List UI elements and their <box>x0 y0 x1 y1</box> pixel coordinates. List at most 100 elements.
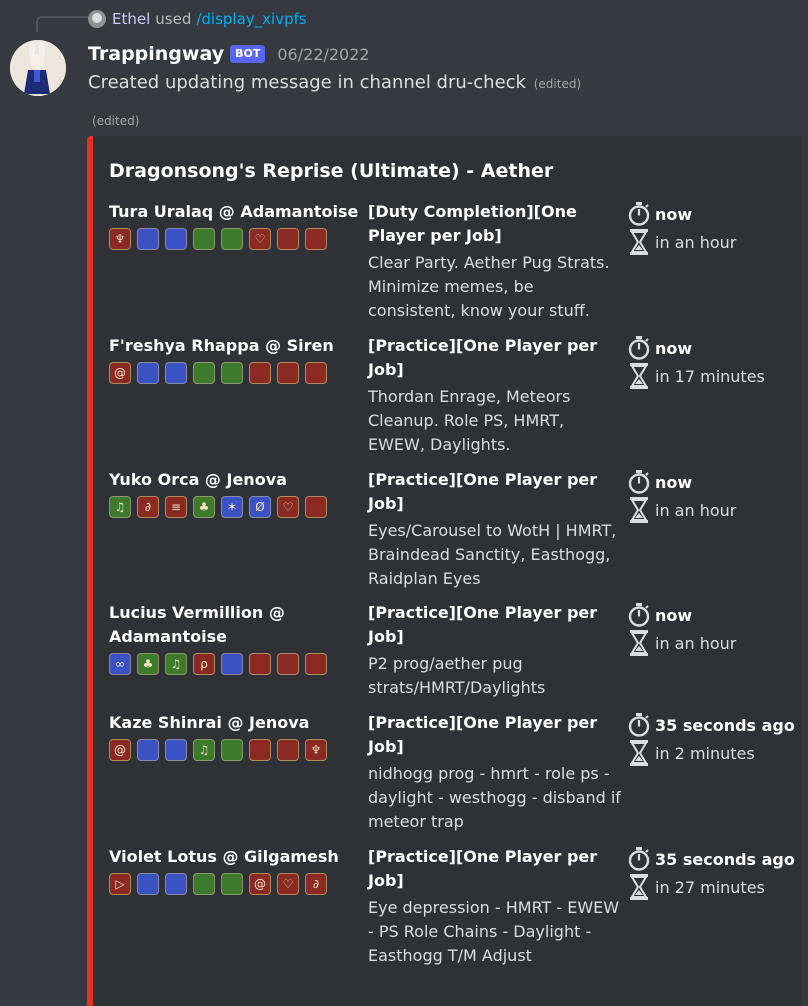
listing-expires-row: in an hour <box>627 228 802 256</box>
listing-details: [Practice][One Player per Job] Thordan En… <box>368 334 623 457</box>
listing-started: 35 seconds ago <box>655 715 795 735</box>
listing-player-name: Yuko Orca @ Jenova <box>109 470 287 489</box>
ninja-job-icon: ♡ <box>249 228 271 250</box>
hourglass-icon <box>627 363 651 389</box>
job-slots: ♫ ∂ ≡ ♣ ✶ Ø ♡ <box>109 496 359 518</box>
reply-avatar[interactable] <box>88 10 106 28</box>
message-content: Created updating message in channel dru-… <box>88 72 581 93</box>
reply-context: Ethel used /display_xivpfs <box>88 8 307 30</box>
job-slots: ∞ ♣ ♫ ρ <box>109 653 359 675</box>
scholar-job-icon: ♫ <box>193 739 215 761</box>
embed-title: Dragonsong's Reprise (Ultimate) - Aether <box>109 160 554 182</box>
healer-slot-icon <box>221 739 243 761</box>
hourglass-icon <box>627 630 651 656</box>
listing-started-row: now <box>627 468 802 496</box>
listing-times: 35 seconds ago in 27 minutes <box>627 845 802 901</box>
listing-details: [Practice][One Player per Job] P2 prog/ae… <box>368 601 623 700</box>
gunbreaker-job-icon: Ø <box>249 496 271 518</box>
listing-details: [Practice][One Player per Job] Eyes/Carou… <box>368 468 623 591</box>
red-mage-job-icon: ρ <box>193 653 215 675</box>
paladin-job-icon: ✶ <box>221 496 243 518</box>
listing-category: [Practice][One Player per Job] <box>368 847 598 890</box>
dancer-job-icon: ▷ <box>109 873 131 895</box>
hourglass-icon <box>627 874 651 900</box>
listing-details: [Practice][One Player per Job] Eye depres… <box>368 845 623 968</box>
healer-slot-icon <box>221 873 243 895</box>
listing-embed: Dragonsong's Reprise (Ultimate) - Aether… <box>87 136 802 1006</box>
listing-player-name: F'reshya Rhappa @ Siren <box>109 336 334 355</box>
scholar-job-icon: ♫ <box>109 496 131 518</box>
message-text: Created updating message in channel dru-… <box>88 72 526 93</box>
listing-description: P2 prog/aether pug strats/HMRT/Daylights <box>368 654 546 697</box>
tank-slot-icon <box>137 362 159 384</box>
dps-slot-icon <box>305 228 327 250</box>
listing-started: now <box>655 472 693 492</box>
hourglass-icon <box>627 229 651 255</box>
listing-details: [Duty Completion][One Player per Job] Cle… <box>368 200 623 323</box>
listing-category: [Duty Completion][One Player per Job] <box>368 202 577 245</box>
listing-started-row: now <box>627 601 802 629</box>
dragoon-job-icon: ♆ <box>109 228 131 250</box>
reply-username[interactable]: Ethel <box>112 10 150 28</box>
stopwatch-icon <box>627 469 651 495</box>
listing-started-row: now <box>627 334 802 362</box>
stopwatch-icon <box>627 846 651 872</box>
job-slots: ▷ @ ♡ ∂ <box>109 873 359 895</box>
tank-slot-icon <box>137 739 159 761</box>
healer-slot-icon <box>193 362 215 384</box>
listing-player-name: Violet Lotus @ Gilgamesh <box>109 847 339 866</box>
stopwatch-icon <box>627 335 651 361</box>
listing-description: Eye depression - HMRT - EWEW - PS Role C… <box>368 898 620 965</box>
listing-expires-row: in an hour <box>627 629 802 657</box>
message-timestamp[interactable]: 06/22/2022 <box>277 45 369 64</box>
listing-category: [Practice][One Player per Job] <box>368 713 598 756</box>
monk-job-icon: @ <box>249 873 271 895</box>
listing-times: now in an hour <box>627 200 802 256</box>
job-slots: @ ♫ ♆ <box>109 739 359 761</box>
listing-party: Yuko Orca @ Jenova ♫ ∂ ≡ ♣ ✶ Ø ♡ <box>109 468 359 518</box>
listing-party: Violet Lotus @ Gilgamesh ▷ @ ♡ ∂ <box>109 845 359 895</box>
bard-job-icon: ∂ <box>137 496 159 518</box>
listing-expires: in an hour <box>655 633 737 653</box>
dps-slot-icon <box>277 228 299 250</box>
stopwatch-icon <box>627 712 651 738</box>
reply-command[interactable]: /display_xivpfs <box>196 10 306 28</box>
listing-expires-row: in an hour <box>627 496 802 524</box>
listing-category: [Practice][One Player per Job] <box>368 336 598 379</box>
bard-job-icon: ∂ <box>305 873 327 895</box>
reply-used-text: used <box>155 10 192 28</box>
dps-slot-icon <box>277 362 299 384</box>
listing-description: nidhogg prog - hmrt - role ps - daylight… <box>368 764 621 831</box>
monk-job-icon: @ <box>109 362 131 384</box>
hourglass-icon <box>627 740 651 766</box>
bot-avatar[interactable] <box>10 40 66 96</box>
bot-username[interactable]: Trappingway <box>88 43 224 65</box>
listing-started-row: 35 seconds ago <box>627 711 802 739</box>
tank-slot-icon <box>165 228 187 250</box>
listing-times: 35 seconds ago in 2 minutes <box>627 711 802 767</box>
listing-description: Thordan Enrage, Meteors Cleanup. Role PS… <box>368 387 571 454</box>
listing-player-name: Tura Uralaq @ Adamantoise <box>109 202 359 221</box>
listing-started-row: 35 seconds ago <box>627 845 802 873</box>
listing-party: Tura Uralaq @ Adamantoise ♆ ♡ <box>109 200 359 250</box>
healer-slot-icon <box>221 362 243 384</box>
listing-started-row: now <box>627 200 802 228</box>
dps-slot-icon <box>249 739 271 761</box>
listing-player-name: Kaze Shinrai @ Jenova <box>109 713 310 732</box>
listing-expires-row: in 17 minutes <box>627 362 802 390</box>
tank-slot-icon <box>165 739 187 761</box>
job-slots: @ <box>109 362 359 384</box>
scholar-job-icon: ♫ <box>165 653 187 675</box>
job-slots: ♆ ♡ <box>109 228 359 250</box>
listing-details: [Practice][One Player per Job] nidhogg pr… <box>368 711 623 834</box>
listing-expires: in an hour <box>655 232 737 252</box>
listing-times: now in an hour <box>627 601 802 657</box>
healer-slot-icon <box>221 228 243 250</box>
listing-started: now <box>655 204 693 224</box>
astrologian-job-icon: ♣ <box>193 496 215 518</box>
reply-connector <box>36 16 88 32</box>
listing-started: now <box>655 338 693 358</box>
tank-slot-icon <box>137 228 159 250</box>
listing-times: now in an hour <box>627 468 802 524</box>
dragoon-job-icon: ♆ <box>305 739 327 761</box>
